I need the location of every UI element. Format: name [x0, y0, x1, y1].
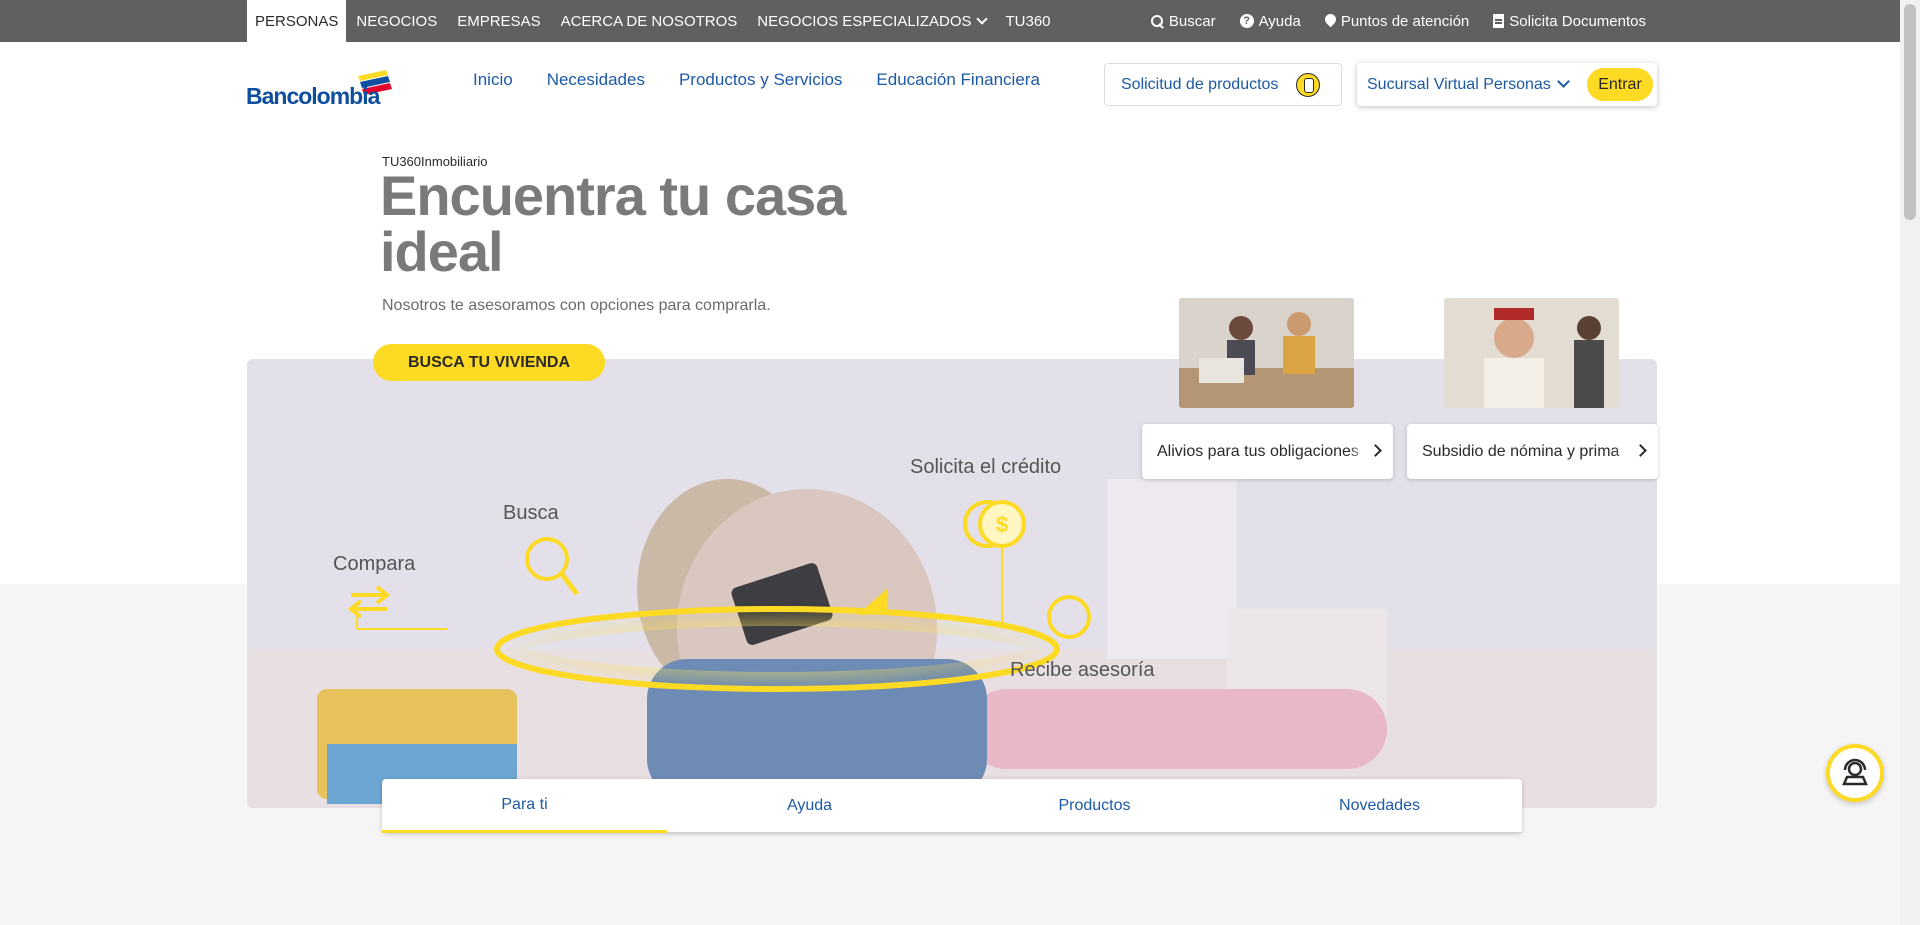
nav-productos-servicios[interactable]: Productos y Servicios: [679, 70, 842, 90]
product-request-label: Solicitud de productos: [1121, 75, 1279, 93]
segment-negocios[interactable]: NEGOCIOS: [346, 0, 447, 42]
search-housing-button[interactable]: BUSCA TU VIVIENDA: [373, 344, 605, 381]
chevron-right-icon: [1634, 444, 1647, 457]
card-image-alivios[interactable]: [1179, 298, 1354, 408]
help-link[interactable]: ? Ayuda: [1239, 0, 1301, 42]
card-subsidio-label: Subsidio de nómina y prima: [1422, 442, 1620, 460]
tab-novedades[interactable]: Novedades: [1237, 779, 1522, 833]
map-pin-icon: [1322, 11, 1339, 28]
search-icon: [1150, 14, 1164, 28]
hand-phone-icon: [1296, 72, 1321, 97]
step-solicita-credito: Solicita el crédito: [910, 456, 1061, 478]
chevron-down-icon: [975, 12, 988, 25]
section-tabs: Para ti Ayuda Productos Novedades: [382, 779, 1522, 833]
chevron-right-icon: [1369, 444, 1382, 457]
document-icon: [1493, 14, 1505, 28]
bancolombia-logo[interactable]: Bancolombia: [246, 70, 396, 110]
page-scrollbar[interactable]: [1900, 0, 1920, 925]
step-busca: Busca: [503, 502, 559, 524]
card-alivios[interactable]: Alivios para tus obligaciones: [1142, 424, 1393, 479]
tab-para-ti[interactable]: Para ti: [382, 779, 667, 833]
page-title: Encuentra tu casa ideal: [380, 164, 846, 283]
question-icon: ?: [1239, 14, 1254, 28]
chat-assistant-button[interactable]: [1826, 744, 1884, 802]
search-link[interactable]: Buscar: [1150, 0, 1216, 42]
help-link-label: Ayuda: [1258, 12, 1301, 30]
login-button[interactable]: Entrar: [1587, 68, 1653, 101]
main-nav: Inicio Necesidades Productos y Servicios…: [473, 70, 1040, 90]
logo-wordmark: Bancolombia: [246, 83, 380, 109]
card-subsidio[interactable]: Subsidio de nómina y prima: [1407, 424, 1658, 479]
tab-productos[interactable]: Productos: [952, 779, 1237, 833]
top-bar: PERSONAS NEGOCIOS EMPRESAS ACERCA DE NOS…: [0, 0, 1900, 42]
step-recibe-asesoria: Recibe asesoría: [1010, 659, 1155, 681]
locations-link[interactable]: Puntos de atención: [1322, 0, 1470, 42]
segment-tu360[interactable]: TU360: [996, 0, 1061, 42]
documents-link[interactable]: Solicita Documentos: [1493, 0, 1646, 42]
tab-ayuda[interactable]: Ayuda: [667, 779, 952, 833]
page-subtitle: Nosotros te asesoramos con opciones para…: [382, 297, 771, 314]
step-compara: Compara: [333, 553, 416, 575]
search-link-label: Buscar: [1168, 12, 1216, 30]
support-agent-icon: [1842, 758, 1868, 786]
nav-inicio[interactable]: Inicio: [473, 70, 513, 90]
locations-link-label: Puntos de atención: [1340, 12, 1470, 30]
segment-negocios-especializados-label: NEGOCIOS ESPECIALIZADOS: [757, 12, 972, 30]
nav-necesidades[interactable]: Necesidades: [547, 70, 645, 90]
virtual-branch-label: Sucursal Virtual Personas: [1367, 75, 1551, 93]
scrollbar-thumb[interactable]: [1904, 4, 1916, 220]
virtual-branch-selector[interactable]: Sucursal Virtual Personas Entrar: [1357, 63, 1657, 106]
chevron-down-icon: [1556, 75, 1570, 88]
documents-link-label: Solicita Documentos: [1509, 12, 1646, 30]
svg-text:$: $: [996, 512, 1008, 537]
utility-nav: Buscar ? Ayuda Puntos de atención Solicit…: [1150, 0, 1646, 42]
segment-negocios-especializados[interactable]: NEGOCIOS ESPECIALIZADOS: [747, 0, 995, 42]
segment-acerca[interactable]: ACERCA DE NOSOTROS: [551, 0, 748, 42]
card-alivios-label: Alivios para tus obligaciones: [1157, 442, 1359, 460]
nav-educacion-financiera[interactable]: Educación Financiera: [876, 70, 1039, 90]
segment-empresas[interactable]: EMPRESAS: [447, 0, 550, 42]
segment-personas[interactable]: PERSONAS: [247, 0, 347, 42]
product-request-button[interactable]: Solicitud de productos: [1104, 63, 1342, 106]
segment-nav: PERSONAS NEGOCIOS EMPRESAS ACERCA DE NOS…: [247, 0, 1061, 42]
card-image-subsidio[interactable]: [1444, 298, 1619, 408]
